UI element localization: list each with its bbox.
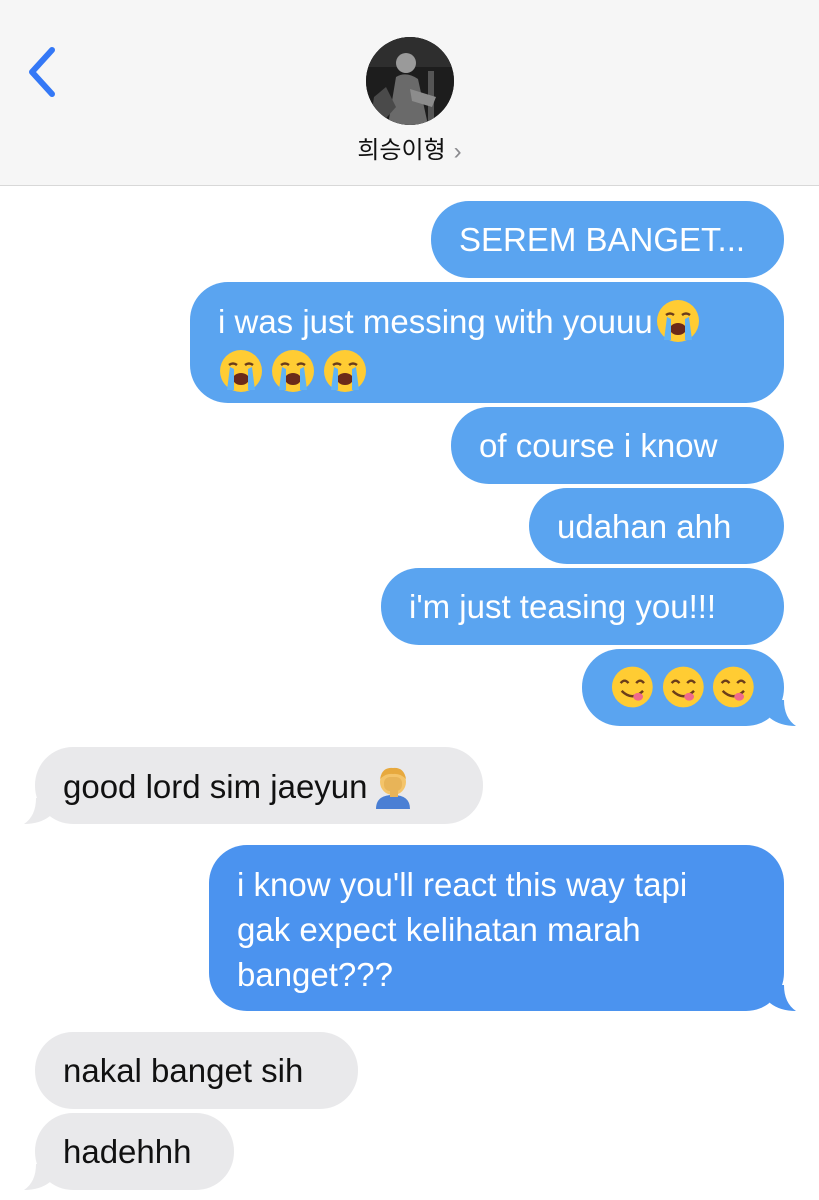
message-text: good lord sim jaeyun <box>63 767 368 805</box>
outgoing-message-bubble[interactable]: SEREM BANGET... <box>431 201 784 278</box>
incoming-message-bubble[interactable]: nakal banget sih <box>35 1032 358 1109</box>
bubble-tail <box>24 1164 50 1190</box>
bubble-tail <box>24 798 50 824</box>
outgoing-message-bubble[interactable]: i'm just teasing you!!! <box>381 568 784 645</box>
chevron-left-icon <box>29 47 55 97</box>
contact-avatar[interactable] <box>366 37 454 125</box>
message-text: of course i know <box>479 427 718 464</box>
outgoing-message-bubble[interactable]: udahan ahh <box>529 488 784 564</box>
incoming-message-bubble[interactable]: good lord sim jaeyun <box>35 747 483 824</box>
bubble-tail <box>770 700 796 726</box>
face-savoring-food-icon <box>662 666 704 708</box>
chevron-right-icon: › <box>453 138 462 165</box>
message-text: nakal banget sih <box>63 1052 304 1089</box>
message-text: udahan ahh <box>557 508 732 545</box>
outgoing-message-bubble[interactable] <box>582 649 784 726</box>
message-text: i'm just teasing you!!! <box>409 588 717 625</box>
face-savoring-food-icon <box>611 666 653 708</box>
loudly-crying-face-icon <box>272 350 314 392</box>
outgoing-message-bubble[interactable]: i was just messing with youuu <box>190 282 784 403</box>
incoming-message-bubble[interactable]: hadehhh <box>35 1113 234 1190</box>
conversation-header: 희승이형 › <box>0 0 819 186</box>
loudly-crying-face-icon <box>220 350 262 392</box>
message-text: i was just messing with youuu <box>218 302 653 340</box>
message-text: SEREM BANGET... <box>459 221 746 258</box>
message-text: hadehhh <box>63 1133 192 1170</box>
avatar-photo <box>366 37 454 125</box>
back-button[interactable] <box>22 44 66 100</box>
person-facepalming-icon <box>375 767 410 809</box>
message-line: banget??? <box>237 956 393 993</box>
bubble-tail <box>770 985 796 1011</box>
contact-name: 희승이형 <box>357 137 446 164</box>
loudly-crying-face-icon <box>324 350 366 392</box>
face-savoring-food-icon <box>713 666 755 708</box>
message-line: i know you'll react this way tapi <box>237 866 688 903</box>
message-line: gak expect kelihatan marah <box>237 911 641 948</box>
outgoing-message-bubble[interactable]: i know you'll react this way tapi gak ex… <box>209 845 784 1011</box>
outgoing-message-bubble[interactable]: of course i know <box>451 407 784 484</box>
contact-name-button[interactable]: 희승이형 › <box>0 130 819 166</box>
loudly-crying-face-icon <box>656 300 699 342</box>
